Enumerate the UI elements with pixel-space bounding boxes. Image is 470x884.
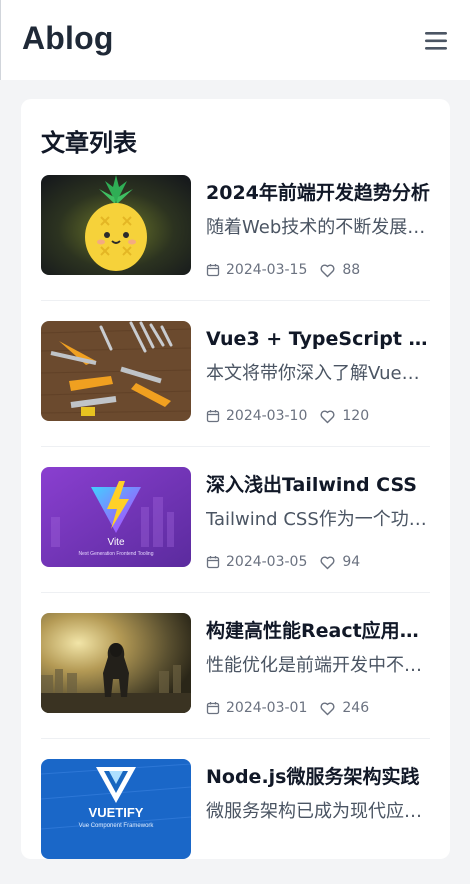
section-title: 文章列表 <box>41 129 137 157</box>
heart-icon[interactable] <box>319 554 336 571</box>
article-likes: 120 <box>342 408 370 424</box>
article-date: 2024-03-10 <box>226 408 308 424</box>
article-excerpt: 性能优化是前端开发中不可忽视的重要环节 <box>206 655 430 676</box>
item-divider <box>41 738 430 739</box>
heart-icon[interactable] <box>319 408 336 425</box>
article-date: 2024-03-15 <box>226 262 308 278</box>
article-list-card: 文章列表 2024年前端开发趋势分析 随着Web技术的不断发展， 2024-03… <box>21 99 450 859</box>
article-excerpt: Tailwind CSS作为一个功能类优先的CSS框架 <box>206 509 430 530</box>
article-meta: 2024-03-10 120 <box>206 406 369 426</box>
article-thumbnail[interactable]: VUETIFY Vue Component Framework <box>41 759 191 859</box>
article-item[interactable]: Vite Next Generation Frontend Tooling 深入… <box>41 467 430 593</box>
article-title[interactable]: Node.js微服务架构实践 <box>206 762 430 789</box>
article-likes: 94 <box>342 554 361 570</box>
article-title[interactable]: 构建高性能React应用的最佳实践 <box>206 616 430 643</box>
item-divider <box>41 446 430 447</box>
article-title[interactable]: 深入浅出Tailwind CSS <box>206 470 430 497</box>
calendar-icon <box>206 263 220 277</box>
article-thumbnail[interactable] <box>41 321 191 421</box>
calendar-icon <box>206 555 220 569</box>
article-meta: 2024-03-01 246 <box>206 698 369 718</box>
article-meta: 2024-03-05 94 <box>206 552 360 572</box>
item-divider <box>41 300 430 301</box>
article-excerpt: 微服务架构已成为现代应用开发的主流选择 <box>206 801 430 822</box>
vuetify-tagline: Vue Component Framework <box>79 823 155 829</box>
article-title[interactable]: 2024年前端开发趋势分析 <box>206 178 430 205</box>
vuetify-name: VUETIFY <box>89 805 144 820</box>
article-thumbnail[interactable] <box>41 613 191 713</box>
calendar-icon <box>206 701 220 715</box>
heart-icon[interactable] <box>319 700 336 717</box>
article-item[interactable]: VUETIFY Vue Component Framework Node.js微… <box>41 759 430 884</box>
article-title[interactable]: Vue3 + TypeScript 实战指南 <box>206 324 430 351</box>
vite-name: Vite <box>107 537 124 548</box>
article-thumbnail[interactable]: Vite Next Generation Frontend Tooling <box>41 467 191 567</box>
heart-icon[interactable] <box>319 262 336 279</box>
article-date: 2024-03-05 <box>226 554 308 570</box>
vite-tagline: Next Generation Frontend Tooling <box>79 551 154 557</box>
calendar-icon <box>206 409 220 423</box>
article-item[interactable]: Vue3 + TypeScript 实战指南 本文将带你深入了解Vue3与Typ… <box>41 321 430 447</box>
article-likes: 88 <box>342 262 361 278</box>
article-excerpt: 随着Web技术的不断发展，前端开发领域也在持续演进 <box>206 217 430 238</box>
article-excerpt: 本文将带你深入了解Vue3与TypeScript的结合使用 <box>206 363 430 384</box>
brand-logo[interactable]: Ablog <box>22 20 114 57</box>
article-item[interactable]: 2024年前端开发趋势分析 随着Web技术的不断发展，前端开发领域也在持续演进 … <box>41 175 430 301</box>
item-divider <box>41 592 430 593</box>
article-meta: 2024-03-15 88 <box>206 260 360 280</box>
hamburger-menu-icon[interactable] <box>421 26 451 56</box>
article-likes: 246 <box>342 700 370 716</box>
article-thumbnail[interactable] <box>41 175 191 275</box>
article-item[interactable]: 构建高性能React应用的最佳实践 性能优化是前端开发中不可忽视的重要环节 20… <box>41 613 430 739</box>
app-header: Ablog <box>0 0 470 80</box>
article-date: 2024-03-01 <box>226 700 308 716</box>
